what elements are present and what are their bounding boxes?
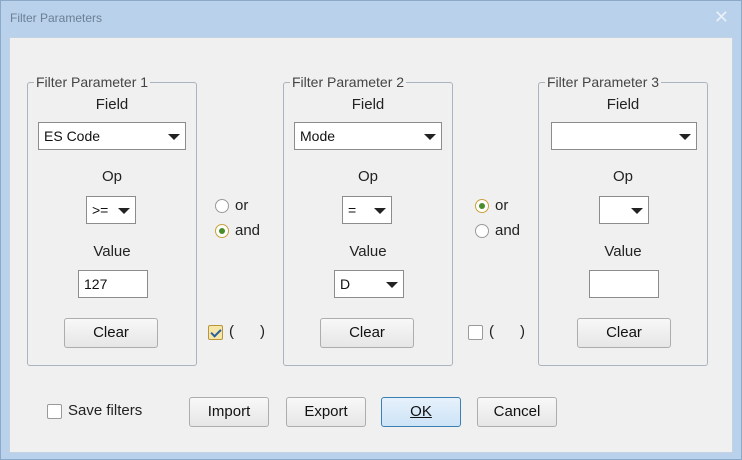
chevron-down-icon: [631, 208, 643, 214]
chevron-down-icon: [168, 134, 180, 140]
save-filters-checkbox[interactable]: [47, 404, 62, 419]
value-combobox[interactable]: D: [334, 270, 404, 298]
field-value: Mode: [300, 128, 336, 144]
connector-2-or-radio[interactable]: [475, 199, 489, 213]
window-title: Filter Parameters: [10, 11, 103, 25]
paren-open: (: [489, 323, 494, 340]
field-label: Field: [351, 96, 385, 113]
cancel-button[interactable]: Cancel: [477, 397, 557, 427]
clear-button[interactable]: Clear: [64, 318, 158, 348]
field-combobox[interactable]: Mode: [294, 122, 442, 150]
save-filters-label: Save filters: [68, 402, 143, 419]
value-input[interactable]: 127: [78, 270, 148, 298]
connector-1-and-label: and: [235, 222, 261, 239]
filter-parameter-1-group: Filter Parameter 1 Field ES Code Op >= V…: [27, 74, 197, 366]
chevron-down-icon: [374, 208, 386, 214]
clear-button[interactable]: Clear: [320, 318, 414, 348]
ok-button-label: OK: [410, 403, 432, 420]
connector-2-or-label: or: [495, 197, 509, 214]
value-label: Value: [93, 243, 131, 260]
cancel-button-label: Cancel: [493, 403, 541, 420]
field-label: Field: [95, 96, 129, 113]
op-combobox[interactable]: >=: [86, 196, 136, 224]
connector-1-and-radio[interactable]: [215, 224, 229, 238]
op-combobox[interactable]: =: [342, 196, 392, 224]
op-label: Op: [101, 168, 122, 185]
op-combobox[interactable]: [599, 196, 649, 224]
connector-1-or-radio[interactable]: [215, 199, 229, 213]
connector-2-paren-checkbox[interactable]: [468, 325, 483, 340]
chevron-down-icon: [386, 282, 398, 288]
paren-close: ): [520, 323, 525, 340]
op-label: Op: [357, 168, 378, 185]
op-value: =: [348, 202, 357, 218]
chevron-down-icon: [118, 208, 130, 214]
filter-parameter-2-group: Filter Parameter 2 Field Mode Op = Value…: [283, 74, 453, 366]
value-input[interactable]: [589, 270, 659, 298]
filter-parameters-dialog: Filter Parameters ✕ Filter Parameter 1 F…: [0, 0, 742, 460]
connector-2-and-label: and: [495, 222, 521, 239]
value-label: Value: [604, 243, 642, 260]
connector-1-or-label: or: [235, 197, 249, 214]
export-button[interactable]: Export: [286, 397, 366, 427]
connector-2-and-radio[interactable]: [475, 224, 489, 238]
field-value: ES Code: [44, 128, 101, 144]
op-label: Op: [612, 168, 633, 185]
value-text: 127: [84, 276, 108, 292]
close-icon[interactable]: ✕: [714, 7, 729, 27]
chevron-down-icon: [424, 134, 436, 140]
group-legend: Filter Parameter 1: [34, 74, 151, 90]
field-combobox[interactable]: ES Code: [38, 122, 186, 150]
connector-1-paren-checkbox[interactable]: [208, 325, 223, 340]
field-combobox[interactable]: [551, 122, 697, 150]
group-legend: Filter Parameter 3: [545, 74, 662, 90]
value-label: Value: [349, 243, 387, 260]
op-value: >=: [92, 202, 109, 218]
import-button[interactable]: Import: [189, 397, 269, 427]
group-legend: Filter Parameter 2: [290, 74, 407, 90]
chevron-down-icon: [679, 134, 691, 140]
ok-button[interactable]: OK: [381, 397, 461, 427]
paren-open: (: [229, 323, 234, 340]
filter-parameter-3-group: Filter Parameter 3 Field Op Value Clear: [538, 74, 708, 366]
clear-button[interactable]: Clear: [577, 318, 671, 348]
value-text: D: [340, 276, 351, 292]
title-bar: Filter Parameters ✕: [1, 1, 741, 37]
paren-close: ): [260, 323, 265, 340]
field-label: Field: [606, 96, 640, 113]
